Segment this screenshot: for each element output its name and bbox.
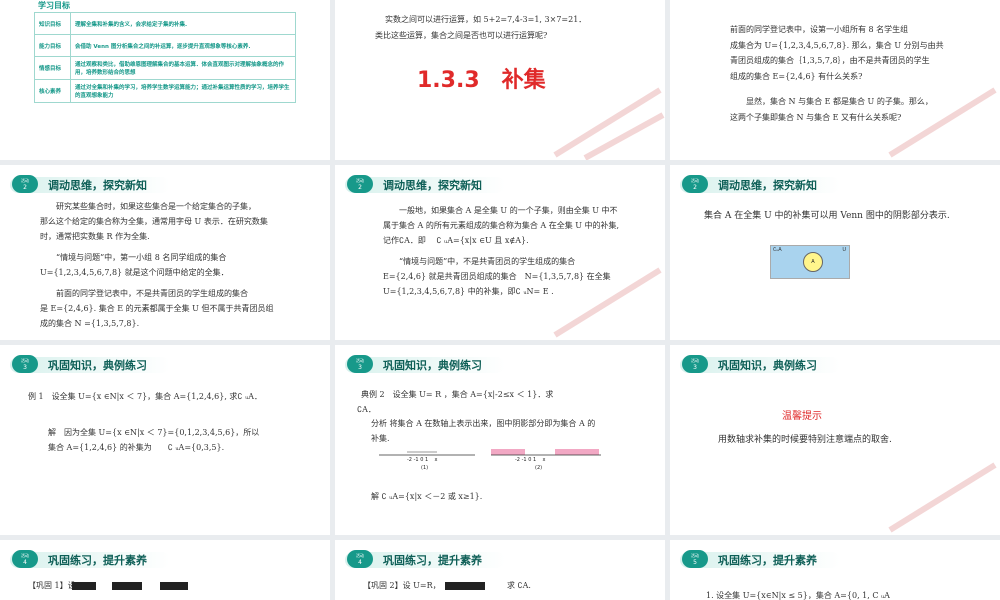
- garbled-formula-image: [72, 582, 188, 590]
- slide-thumbnail-5[interactable]: 活动 2 调动思维，探究新知 一般地，如果集合 A 是全集 U 的一个子集，则由全…: [335, 165, 665, 340]
- slide-header: 活动 4 巩固练习，提升素养: [335, 546, 665, 572]
- slide-section-title: 调动思维，探究新知: [718, 179, 817, 192]
- slide-text-block: 前面的同学登记表中，设第一小组所有 8 名学生组 成集合为 U={1,2,3,4…: [730, 25, 944, 122]
- slide-header: 活动 3 巩固知识，典例练习: [670, 351, 1000, 377]
- slide-text-block: 研究某些集合时，如果这些集合是一个给定集合的子集， 那么这个给定的集合称为全集，…: [40, 202, 274, 328]
- example-text: 典例 2 设全集 U= R ，集合 A={x|-2≤x ＜ 1}．求: [361, 390, 554, 399]
- tip-title: 温馨提示: [782, 411, 822, 422]
- slide-header: 活动 3 巩固知识，典例练习: [335, 351, 665, 377]
- activity-badge: 活动 3: [682, 355, 708, 373]
- activity-badge: 活动 2: [682, 175, 708, 193]
- slide-section-title: 调动思维，探究新知: [383, 179, 482, 192]
- table-row: 能力目标 会借助 Venn 图分析集合之间的补运算，逐步提升直观想象等核心素养.: [34, 34, 296, 57]
- exercise-text: 【巩固 2】设 U=R，: [363, 581, 441, 590]
- garbled-formula-image: [445, 582, 485, 590]
- activity-badge: 活动 5: [682, 550, 708, 568]
- slide-thumbnail-6[interactable]: 活动 2 调动思维，探究新知 集合 A 在全集 U 中的补集可以用 Venn 图中…: [670, 165, 1000, 340]
- table-row: 情感目标 通过观察和类比，借助维恩图理解集合的基本运算．体会直观图示对理解抽象概念…: [34, 56, 296, 80]
- slide-heading: 学习目标: [38, 1, 70, 10]
- slide-section-title: 调动思维，探究新知: [48, 179, 147, 192]
- slide-text: 集合 A 在全集 U 中的补集可以用 Venn 图中的阴影部分表示.: [704, 211, 950, 221]
- exercise-text: 【巩固 1】设: [28, 581, 76, 590]
- slide-text: 类比这些运算，集合之间是否也可以进行运算呢?: [375, 31, 548, 40]
- axis-ticks-2: -2 -1 0 1 x: [515, 457, 546, 463]
- tip-text: 用数轴求补集的时候要特别注意端点的取舍.: [718, 435, 892, 445]
- number-line-2: [491, 449, 601, 456]
- slide-sorter-grid: 学习目标 知识目标 理解全集和补集的含义，会求给定子集的补集. 能力目标 会借助 V…: [0, 0, 1000, 600]
- slide-section-title: 巩固知识，典例练习: [48, 359, 147, 372]
- ruler-decoration-icon: [553, 87, 665, 160]
- activity-badge: 活动 3: [12, 355, 38, 373]
- slide-section-title: 巩固知识，典例练习: [718, 359, 817, 372]
- example-text: ∁A．: [357, 405, 376, 414]
- slide-thumbnail-7[interactable]: 活动 3 巩固知识，典例练习 例 1 设全集 U={x ∈N|x ＜ 7}，集合 …: [0, 345, 330, 535]
- exercise-text: 1. 设全集 U={x∈N|x ≤ 5}，集合 A={0, 1, C ᵤA: [706, 591, 890, 600]
- venn-diagram: ∁ᵤA U A: [770, 245, 850, 279]
- table-row: 核心素养 通过对全集和补集的学习，培养学生数学运算能力；通过补集运算性质的学习，培…: [34, 79, 296, 103]
- slide-thumbnail-8[interactable]: 活动 3 巩固知识，典例练习 典例 2 设全集 U= R ，集合 A={x|-2≤…: [335, 345, 665, 535]
- solution-text: 解 因为全集 U={x ∈N|x ＜ 7}={0,1,2,3,4,5,6}，所以: [48, 428, 260, 437]
- number-line-1: [379, 451, 475, 456]
- slide-text: 实数之间可以进行运算，如 5+2=7,4-3=1, 3×7=21．: [385, 15, 587, 24]
- activity-badge: 活动 4: [347, 550, 373, 568]
- slide-thumbnail-12[interactable]: 活动 5 巩固练习，提升素养 1. 设全集 U={x∈N|x ≤ 5}，集合 A=…: [670, 540, 1000, 600]
- slide-thumbnail-10[interactable]: 活动 4 巩固练习，提升素养 【巩固 1】设: [0, 540, 330, 600]
- slide-header: 活动 2 调动思维，探究新知: [670, 171, 1000, 197]
- slide-section-title: 巩固练习，提升素养: [718, 554, 817, 567]
- figure-caption-1: (1): [421, 465, 429, 471]
- activity-badge: 活动 2: [12, 175, 38, 193]
- slide-section-title: 巩固练习，提升素养: [383, 554, 482, 567]
- solution-text: 集合 A={1,2,4,6} 的补集为 ∁ ᵤA={0,3,5}.: [48, 443, 225, 452]
- slide-header: 活动 4 巩固练习，提升素养: [0, 546, 330, 572]
- slide-thumbnail-9[interactable]: 活动 3 巩固知识，典例练习 温馨提示 用数轴求补集的时候要特别注意端点的取舍.: [670, 345, 1000, 535]
- activity-badge: 活动 4: [12, 550, 38, 568]
- activity-badge: 活动 2: [347, 175, 373, 193]
- slide-header: 活动 2 调动思维，探究新知: [0, 171, 330, 197]
- analysis-text: 补集.: [371, 434, 390, 443]
- objectives-table: 知识目标 理解全集和补集的含义，会求给定子集的补集. 能力目标 会借助 Venn 图…: [34, 12, 296, 103]
- slide-thumbnail-1[interactable]: 学习目标 知识目标 理解全集和补集的含义，会求给定子集的补集. 能力目标 会借助 V…: [0, 0, 330, 160]
- analysis-text: 分析 将集合 A 在数轴上表示出来，图中阴影部分即为集合 A 的: [371, 419, 596, 428]
- axis-ticks-1: -2 -1 0 1 x: [407, 457, 438, 463]
- figure-caption-2: (2): [535, 465, 543, 471]
- solution-text: 解 ∁ ᵤA={x|x ＜－2 或 x≥1}.: [371, 492, 483, 501]
- slide-thumbnail-11[interactable]: 活动 4 巩固练习，提升素养 【巩固 2】设 U=R， 求 ∁A.: [335, 540, 665, 600]
- slide-header: 活动 2 调动思维，探究新知: [335, 171, 665, 197]
- venn-circle-a: A: [803, 252, 823, 272]
- table-row: 知识目标 理解全集和补集的含义，会求给定子集的补集.: [34, 12, 296, 35]
- example-text: 例 1 设全集 U={x ∈N|x ＜ 7}，集合 A={1,2,4,6}, 求…: [28, 392, 263, 401]
- ruler-decoration-icon: [888, 462, 997, 533]
- exercise-text: 求 ∁A.: [507, 581, 531, 590]
- slide-header: 活动 3 巩固知识，典例练习: [0, 351, 330, 377]
- slide-text-block: 一般地，如果集合 A 是全集 U 的一个子集，则由全集 U 中不 属于集合 A …: [383, 206, 620, 296]
- slide-thumbnail-2[interactable]: 实数之间可以进行运算，如 5+2=7,4-3=1, 3×7=21． 类比这些运算…: [335, 0, 665, 160]
- slide-big-title: 1.3.3 补集: [417, 68, 546, 93]
- slide-thumbnail-3[interactable]: 前面的同学登记表中，设第一小组所有 8 名学生组 成集合为 U={1,2,3,4…: [670, 0, 1000, 160]
- slide-header: 活动 5 巩固练习，提升素养: [670, 546, 1000, 572]
- slide-section-title: 巩固知识，典例练习: [383, 359, 482, 372]
- slide-thumbnail-4[interactable]: 活动 2 调动思维，探究新知 研究某些集合时，如果这些集合是一个给定集合的子集， …: [0, 165, 330, 340]
- slide-section-title: 巩固练习，提升素养: [48, 554, 147, 567]
- activity-badge: 活动 3: [347, 355, 373, 373]
